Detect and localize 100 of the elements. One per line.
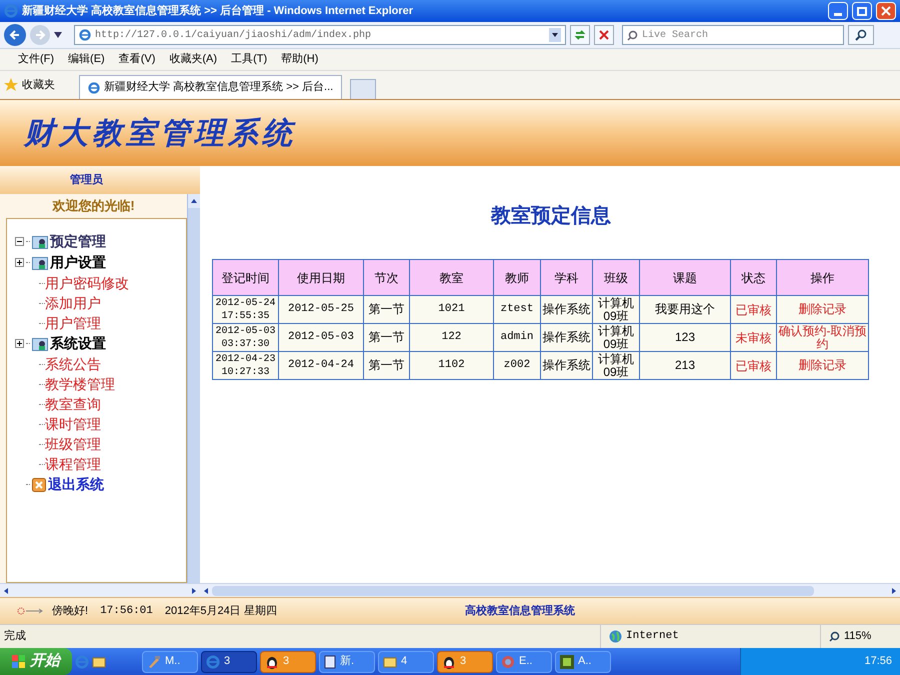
status-cell: 已审核 [730, 352, 776, 380]
close-icon [881, 6, 891, 16]
page-icon [88, 82, 100, 94]
browser-icon [75, 654, 89, 668]
tree-item[interactable]: 系统设置 [50, 333, 106, 354]
tree-link[interactable]: 系统公告 [45, 354, 101, 374]
address-field[interactable]: http://127.0.0.1/caiyuan/jiaoshi/adm/index.php [74, 25, 566, 45]
status-text: 完成 [3, 628, 27, 644]
time-text: 17:56:01 [100, 604, 153, 619]
stop-button[interactable] [594, 25, 614, 45]
table-cell: z002 [494, 352, 540, 380]
table-cell: 2012-04-24 [278, 352, 364, 380]
browser-icon [206, 654, 220, 668]
table-cell: 213 [640, 352, 730, 380]
menu-item[interactable]: 文件(F) [12, 51, 60, 68]
collapse-icon[interactable] [15, 237, 24, 246]
stop-icon [599, 30, 609, 40]
minimize-button[interactable] [828, 2, 848, 20]
page-title: 教室预定信息 [491, 204, 611, 229]
expand-icon[interactable] [15, 258, 24, 267]
favorites-button[interactable]: 收藏夹 [4, 73, 55, 97]
scroll-thumb[interactable] [212, 586, 814, 596]
exit-icon [32, 478, 46, 492]
table-cell: 计算机09班 [592, 352, 640, 380]
zone-text: Internet [626, 629, 679, 644]
app-icon [501, 654, 515, 668]
horizontal-scrollbar[interactable] [0, 583, 200, 597]
system-name: 高校教室信息管理系统 [464, 604, 575, 619]
browser-icon [4, 4, 18, 18]
taskbar-button[interactable]: 3 [201, 650, 257, 672]
scroll-up-icon[interactable] [191, 199, 197, 203]
taskbar-button[interactable]: 新. [319, 650, 375, 672]
dropdown-icon[interactable] [549, 28, 561, 42]
scroll-left-icon[interactable] [4, 588, 8, 594]
tree-link[interactable]: 课程管理 [45, 454, 101, 474]
vertical-scrollbar[interactable] [187, 194, 200, 583]
scroll-right-icon[interactable] [892, 588, 896, 594]
table-cell: 第一节 [364, 352, 410, 380]
maximize-button[interactable] [852, 2, 872, 20]
back-button[interactable] [4, 24, 26, 46]
tree-item[interactable]: 预定管理 [50, 231, 106, 252]
window-title: 新疆财经大学 高校教室信息管理系统 >> 后台管理 - Windows Internet Explorer [22, 4, 414, 19]
table-cell: 1102 [410, 352, 494, 380]
taskbar-button[interactable]: 4 [378, 650, 434, 672]
taskbar-button[interactable]: M.. [142, 650, 198, 672]
taskbar-button[interactable]: 3 [260, 650, 316, 672]
folder-icon[interactable] [92, 656, 106, 668]
scroll-left-icon[interactable] [204, 588, 208, 594]
dropdown-icon[interactable] [54, 32, 62, 38]
refresh-button[interactable] [570, 25, 590, 45]
scroll-right-icon[interactable] [192, 588, 196, 594]
tree-item[interactable]: 退出系统 [48, 474, 104, 495]
refresh-icon [574, 29, 586, 41]
forward-arrow-icon [34, 29, 46, 41]
search-icon [627, 30, 638, 40]
clock-text: 17:56 [864, 654, 892, 670]
column-header: 登记时间 [212, 260, 278, 296]
minimize-icon [834, 13, 842, 16]
tree-item[interactable]: 用户设置 [50, 252, 106, 273]
start-button[interactable]: 开始 [0, 648, 72, 675]
back-arrow-icon [9, 29, 21, 41]
app-icon [560, 654, 574, 668]
folder-icon [383, 656, 397, 668]
tree-link[interactable]: 课时管理 [45, 414, 101, 434]
taskbar-button[interactable]: E.. [496, 650, 552, 672]
zoom-icon [829, 631, 840, 642]
page-icon [79, 29, 91, 41]
welcome-text: 欢迎您的光临! [51, 197, 136, 216]
taskbar-button[interactable]: 3 [437, 650, 493, 672]
maximize-icon [857, 6, 867, 16]
menu-item[interactable]: 编辑(E) [62, 51, 111, 68]
horizontal-scrollbar[interactable] [200, 583, 900, 597]
search-field[interactable]: Live Search [622, 25, 844, 45]
close-button[interactable] [876, 2, 896, 20]
menu-item[interactable]: 查看(V) [112, 51, 162, 68]
date-text: 2012年5月24日 星期四 [164, 604, 277, 619]
menu-item[interactable]: 收藏夹(A) [163, 51, 224, 68]
search-button[interactable] [848, 25, 874, 45]
document-icon [324, 654, 336, 668]
search-input[interactable]: Live Search [642, 28, 839, 42]
table-cell: 操作系统 [540, 352, 592, 380]
penguin-icon [265, 654, 279, 668]
browser-tab[interactable]: 新疆财经大学 高校教室信息管理系统 >> 后台... [79, 75, 342, 99]
folder-user-icon [32, 234, 48, 248]
tree-link[interactable]: 教室查询 [45, 394, 101, 414]
tree-link[interactable]: 用户密码修改 [45, 272, 129, 294]
tree-link[interactable]: 添加用户 [45, 292, 101, 314]
tree-link[interactable]: 教学楼管理 [45, 374, 115, 394]
star-icon [4, 78, 18, 92]
table-cell: 2012-04-23 10:27:33 [212, 352, 278, 380]
greeting-text: 傍晚好! [52, 604, 88, 619]
menu-item[interactable]: 工具(T) [225, 51, 274, 68]
tree-link[interactable]: 班级管理 [45, 434, 101, 454]
tree-link[interactable]: 用户管理 [45, 312, 101, 334]
globe-icon [609, 630, 622, 643]
taskbar-button[interactable]: A.. [555, 650, 611, 672]
menu-item[interactable]: 帮助(H) [275, 51, 324, 68]
folder-user-icon [32, 256, 48, 270]
action-link[interactable]: 确认预约-取消预约 [777, 324, 868, 350]
expand-icon[interactable] [15, 339, 24, 348]
